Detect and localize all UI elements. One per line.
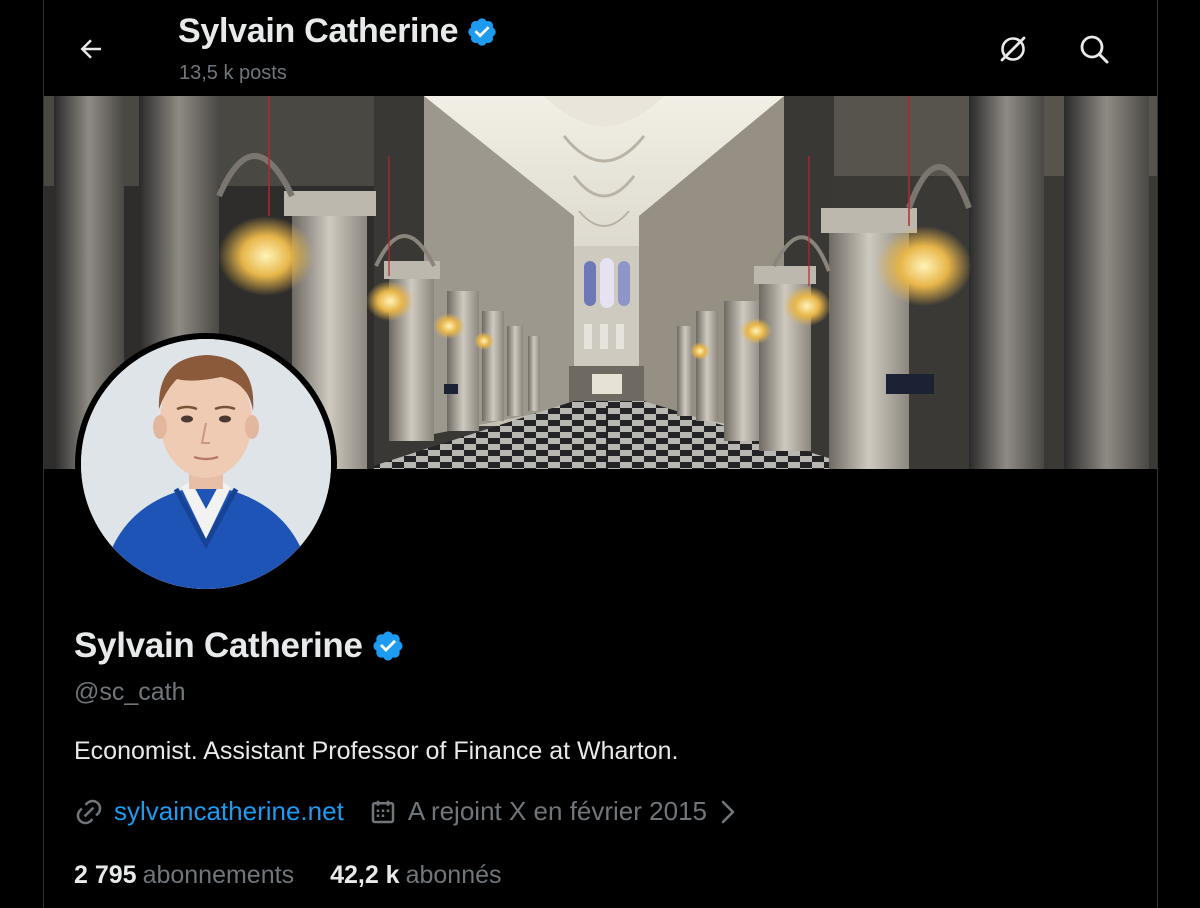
back-button[interactable] bbox=[68, 26, 114, 72]
grok-icon bbox=[1000, 36, 1026, 62]
following-count: 2 795 bbox=[74, 861, 137, 889]
following-label: abonnements bbox=[142, 861, 295, 889]
link-icon bbox=[76, 799, 102, 824]
verified-badge-icon[interactable] bbox=[371, 629, 405, 663]
profile-header: Sylvain Catherine 13,5 k posts bbox=[44, 0, 1157, 96]
profile-column: Sylvain Catherine 13,5 k posts Sylvain C… bbox=[43, 0, 1158, 908]
website-item: sylvaincatherine.net bbox=[74, 796, 344, 827]
header-title: Sylvain Catherine bbox=[178, 12, 459, 50]
joined-date: A rejoint X en février 2015 bbox=[407, 796, 707, 826]
chevron-right-icon bbox=[721, 800, 735, 823]
website-link[interactable]: sylvaincatherine.net bbox=[114, 796, 344, 827]
joined-item[interactable]: A rejoint X en février 2015 bbox=[368, 796, 739, 827]
display-name: Sylvain Catherine bbox=[74, 626, 363, 665]
grok-button[interactable] bbox=[990, 26, 1036, 72]
follow-stats: 2 795 abonnements 42,2 k abonnés bbox=[74, 861, 538, 890]
followers-count: 42,2 k bbox=[330, 861, 400, 889]
calendar-icon bbox=[371, 800, 395, 823]
followers-link[interactable]: 42,2 k abonnés bbox=[330, 861, 501, 890]
arrow-left-icon bbox=[80, 39, 101, 59]
profile-bio: Economist. Assistant Professor of Financ… bbox=[74, 737, 679, 765]
profile-avatar[interactable] bbox=[75, 333, 337, 595]
posts-count: 13,5 k posts bbox=[179, 62, 287, 84]
search-button[interactable] bbox=[1071, 26, 1117, 72]
avatar-photo bbox=[81, 339, 331, 589]
followers-label: abonnés bbox=[405, 861, 502, 889]
profile-meta: sylvaincatherine.net A rejoint X en févr… bbox=[74, 796, 763, 827]
following-link[interactable]: 2 795 abonnements bbox=[74, 861, 294, 890]
search-icon bbox=[1080, 35, 1109, 64]
profile-handle: @sc_cath bbox=[74, 678, 186, 706]
verified-badge-icon bbox=[468, 17, 496, 46]
